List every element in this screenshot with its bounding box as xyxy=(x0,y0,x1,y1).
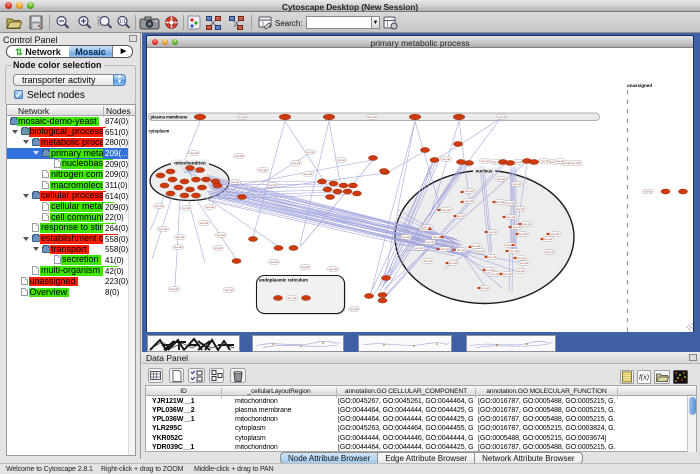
svg-text:Gen-lab: Gen-lab xyxy=(514,161,523,164)
svg-text:Gen-lab: Gen-lab xyxy=(497,178,506,181)
svg-text:Gen-lab: Gen-lab xyxy=(426,241,435,244)
svg-text:Gen-lab: Gen-lab xyxy=(472,245,481,248)
svg-text:Gen-lab: Gen-lab xyxy=(225,289,234,292)
svg-text:endoplasmic reticulum: endoplasmic reticulum xyxy=(259,278,308,283)
svg-text:Gen-lab: Gen-lab xyxy=(556,160,565,163)
svg-text:Gen-lab: Gen-lab xyxy=(441,248,450,251)
svg-text:unassigned: unassigned xyxy=(627,83,652,88)
svg-text:Gen-lab: Gen-lab xyxy=(170,288,179,291)
svg-text:Gen-lab: Gen-lab xyxy=(182,207,191,210)
svg-text:Gen-lab: Gen-lab xyxy=(510,250,519,253)
svg-text:Gen-lab: Gen-lab xyxy=(481,160,490,163)
svg-text:Gen-lab: Gen-lab xyxy=(329,268,338,271)
svg-text:nucleus: nucleus xyxy=(475,169,493,174)
svg-text:Gen-lab: Gen-lab xyxy=(489,231,498,234)
svg-text:Gen-lab: Gen-lab xyxy=(519,233,528,236)
svg-text:Gen-lab: Gen-lab xyxy=(238,116,247,119)
svg-text:Gen-lab: Gen-lab xyxy=(337,159,346,162)
svg-text:Gen-lab: Gen-lab xyxy=(368,116,377,119)
svg-text:Gen-lab: Gen-lab xyxy=(544,238,553,241)
svg-text:Gen-lab: Gen-lab xyxy=(301,266,310,269)
svg-text:Gen-lab: Gen-lab xyxy=(465,200,474,203)
svg-text:Gen-lab: Gen-lab xyxy=(442,209,451,212)
svg-text:Gen-lab: Gen-lab xyxy=(520,262,529,265)
svg-text:Gen-lab: Gen-lab xyxy=(449,262,458,265)
svg-text:Gen-lab: Gen-lab xyxy=(292,162,301,165)
svg-text:Gen-lab: Gen-lab xyxy=(481,287,490,290)
svg-text:Gen-lab: Gen-lab xyxy=(517,257,526,260)
svg-text:Gen-lab: Gen-lab xyxy=(491,273,500,276)
svg-text:Gen-lab: Gen-lab xyxy=(269,184,278,187)
svg-text:Gen-lab: Gen-lab xyxy=(176,236,185,239)
svg-text:Gen-lab: Gen-lab xyxy=(304,173,313,176)
svg-text:Gen-lab: Gen-lab xyxy=(513,226,522,229)
svg-text:Gen-lab: Gen-lab xyxy=(496,201,505,204)
svg-text:Gen-lab: Gen-lab xyxy=(288,297,297,300)
svg-text:cytoplasm: cytoplasm xyxy=(149,129,170,134)
svg-text:Gen-lab: Gen-lab xyxy=(541,160,550,163)
svg-text:Gen-lab: Gen-lab xyxy=(155,205,164,208)
svg-text:Gen-lab: Gen-lab xyxy=(513,183,522,186)
svg-text:Gen-lab: Gen-lab xyxy=(415,247,424,250)
svg-text:1:1: 1:1 xyxy=(119,19,126,25)
svg-text:Gen-lab: Gen-lab xyxy=(571,162,580,165)
svg-text:Gen-lab: Gen-lab xyxy=(551,233,560,236)
svg-text:Gen-lab: Gen-lab xyxy=(206,206,215,209)
svg-text:Gen-lab: Gen-lab xyxy=(488,256,497,259)
svg-text:Gen-lab: Gen-lab xyxy=(506,202,515,205)
svg-text:mitochondrion: mitochondrion xyxy=(174,161,206,166)
svg-text:Gen-lab: Gen-lab xyxy=(433,236,442,239)
svg-text:f(x): f(x) xyxy=(639,375,649,382)
svg-text:Gen-lab: Gen-lab xyxy=(457,249,466,252)
svg-text:Gen-lab: Gen-lab xyxy=(235,155,244,158)
svg-text:Gen-lab: Gen-lab xyxy=(214,247,223,250)
svg-text:Gen-lab: Gen-lab xyxy=(516,208,525,211)
svg-text:Gen-lab: Gen-lab xyxy=(217,234,226,237)
svg-text:Gen-lab: Gen-lab xyxy=(498,116,507,119)
svg-text:Gen-lab: Gen-lab xyxy=(644,191,653,194)
svg-text:Gen-lab: Gen-lab xyxy=(231,181,240,184)
svg-text:Gen-lab: Gen-lab xyxy=(507,216,516,219)
svg-text:Gen-lab: Gen-lab xyxy=(523,223,532,226)
svg-text:Gen-lab: Gen-lab xyxy=(270,261,279,264)
svg-text:Gen-lab: Gen-lab xyxy=(465,190,474,193)
svg-text:Gen-lab: Gen-lab xyxy=(516,270,525,273)
svg-text:Gen-lab: Gen-lab xyxy=(457,215,466,218)
svg-text:Gen-lab: Gen-lab xyxy=(546,251,555,254)
svg-text:Gen-lab: Gen-lab xyxy=(503,273,512,276)
svg-text:Gen-lab: Gen-lab xyxy=(174,246,183,249)
svg-text:Gen-lab: Gen-lab xyxy=(424,260,433,263)
svg-text:Gen-lab: Gen-lab xyxy=(402,236,411,239)
svg-text:Gen-lab: Gen-lab xyxy=(159,228,168,231)
svg-text:Gen-lab: Gen-lab xyxy=(350,308,359,311)
svg-text:plasma membrane: plasma membrane xyxy=(151,115,188,120)
svg-text:Gen-lab: Gen-lab xyxy=(476,250,485,253)
svg-text:Gen-lab: Gen-lab xyxy=(259,169,268,172)
svg-text:Gen-lab: Gen-lab xyxy=(306,151,315,154)
svg-text:Gen-lab: Gen-lab xyxy=(190,152,199,155)
svg-text:Gen-lab: Gen-lab xyxy=(200,222,209,225)
svg-text:Gen-lab: Gen-lab xyxy=(442,158,451,161)
